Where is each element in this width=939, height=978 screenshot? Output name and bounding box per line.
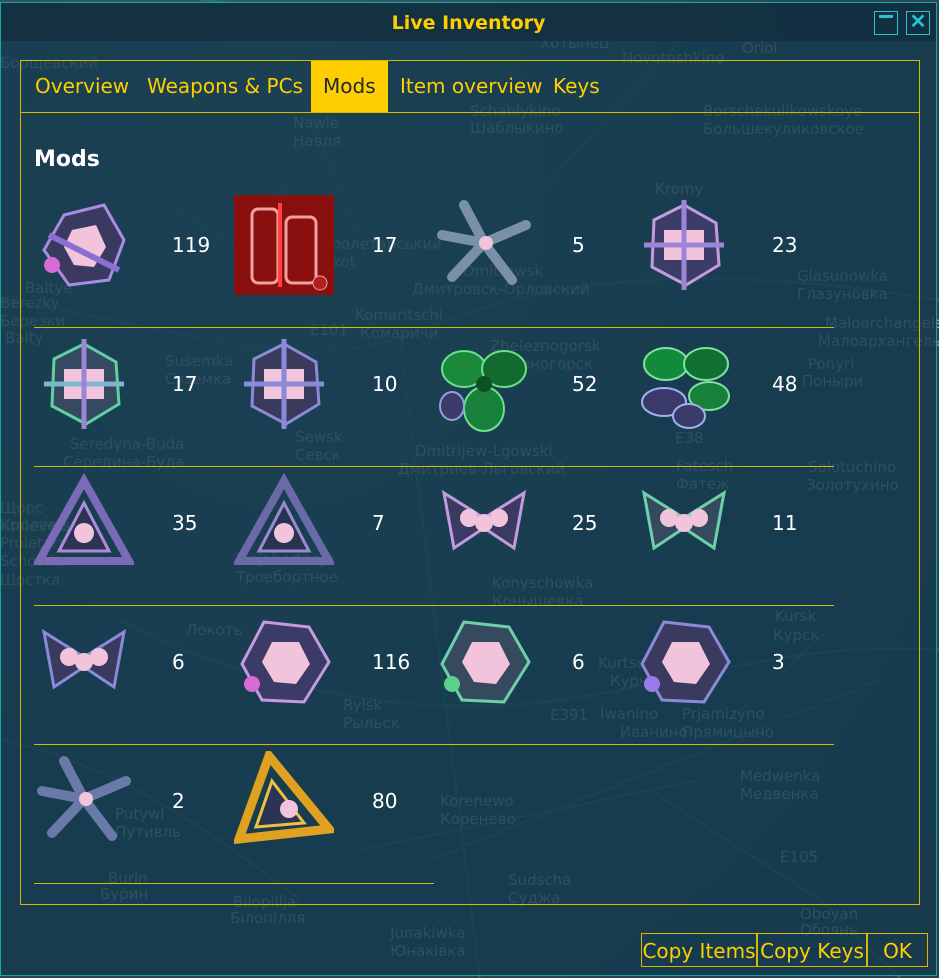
item-count: 23 [772,233,798,257]
turret-icon [244,339,324,429]
window-title: Live Inventory [391,12,546,34]
list-item[interactable]: 25 [434,467,634,606]
multi-hack-icon [41,628,127,690]
force-amp-icon [234,473,334,565]
list-item[interactable]: 119 [34,189,234,328]
multi-hack-icon [641,489,727,551]
item-count: 6 [572,650,585,674]
ok-button[interactable]: OK [867,933,928,967]
item-count: 3 [772,650,785,674]
ito-card-icon [234,195,334,295]
item-count: 119 [172,233,211,257]
item-count: 48 [772,372,798,396]
list-item[interactable]: 52 [434,328,634,467]
list-item[interactable]: 6 [34,606,234,745]
item-count: 116 [372,650,411,674]
list-item[interactable]: 80 [234,745,434,884]
softbank-icon [641,347,730,429]
list-item[interactable]: 17 [34,328,234,467]
list-item[interactable]: 5 [434,189,634,328]
tab-item-overview[interactable]: Item overview [388,61,555,112]
list-item[interactable]: 35 [34,467,234,606]
shield-icon [640,620,731,704]
item-count: 52 [572,372,598,396]
close-button[interactable]: ✕ [906,11,930,35]
tab-overview[interactable]: Overview [23,61,141,112]
shield-icon [42,203,126,287]
shield-icon [240,620,331,704]
tab-weapons-pcs[interactable]: Weapons & PCs [135,61,315,112]
list-item[interactable]: 48 [634,328,834,467]
minimize-button[interactable] [874,11,898,35]
item-count: 5 [572,233,585,257]
section-title: Mods [34,147,100,172]
list-item[interactable]: 17 [234,189,434,328]
copy-keys-button[interactable]: Copy Keys [757,933,867,967]
grid-row: 6 116 6 3 [34,606,834,745]
turret-icon [44,339,124,429]
copy-items-button[interactable]: Copy Items [641,933,757,967]
close-icon: ✕ [909,11,927,33]
multi-hack-icon [441,489,527,551]
list-item[interactable]: 10 [234,328,434,467]
shield-icon [440,620,531,704]
item-count: 35 [172,511,198,535]
item-count: 25 [572,511,598,535]
list-item[interactable]: 11 [634,467,834,606]
link-amp-icon [439,350,527,432]
row-divider [34,883,434,884]
aegis-shield-icon [234,751,334,845]
grid-row: 17 10 52 48 [34,328,834,467]
item-count: 17 [372,233,398,257]
grid-row: 35 7 25 11 [34,467,834,606]
force-amp-icon [34,473,134,565]
title-bar[interactable]: Live Inventory ✕ [1,3,936,41]
item-count: 2 [172,789,185,813]
list-item[interactable]: 6 [434,606,634,745]
item-count: 80 [372,789,398,813]
grid-row: 119 17 5 23 [34,189,834,328]
item-count: 17 [172,372,198,396]
grid-row: 2 80 [34,745,434,884]
turret-icon [644,200,724,290]
heat-sink-icon [437,200,531,285]
item-count: 11 [772,511,798,535]
live-inventory-dialog: Live Inventory ✕ Overview Weapons & PCs … [0,2,937,976]
list-item[interactable]: 3 [634,606,834,745]
list-item[interactable]: 7 [234,467,434,606]
list-item[interactable]: 2 [34,745,234,884]
item-count: 6 [172,650,185,674]
item-count: 10 [372,372,398,396]
tab-keys[interactable]: Keys [541,61,612,112]
list-item[interactable]: 23 [634,189,834,328]
content-panel: Overview Weapons & PCs Mods Item overvie… [20,60,920,905]
tab-mods[interactable]: Mods [311,61,388,112]
tab-bar: Overview Weapons & PCs Mods Item overvie… [21,61,919,113]
heat-sink-icon [37,756,131,841]
item-count: 7 [372,511,385,535]
list-item[interactable]: 116 [234,606,434,745]
